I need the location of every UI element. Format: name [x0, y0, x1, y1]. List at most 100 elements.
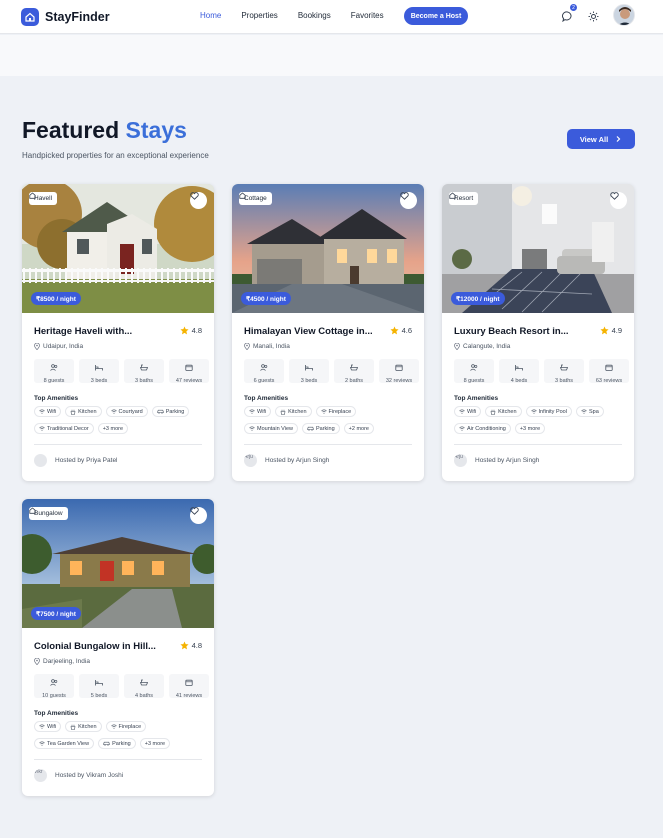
- property-stats: 6 guests 3 beds 2 baths 32 reviews: [244, 358, 424, 384]
- category-tag: Havell: [29, 192, 58, 205]
- nav-link-home[interactable]: Home: [200, 11, 221, 20]
- favorite-heart-icon[interactable]: [400, 192, 417, 209]
- amenity-icon: [249, 426, 257, 431]
- map-pin-icon: [244, 343, 250, 350]
- property-stats: 8 guests 4 beds 3 baths 63 reviews: [454, 358, 634, 384]
- baths-icon: [349, 358, 359, 376]
- price-badge: ₹4500 / night: [241, 292, 291, 305]
- user-avatar[interactable]: [613, 4, 635, 26]
- become-host-button[interactable]: Become a Host: [404, 7, 468, 25]
- favorite-heart-icon[interactable]: [190, 192, 207, 209]
- property-stats: 8 guests 3 beds 3 baths 47 reviews: [34, 358, 214, 384]
- stat-guests: 6 guests: [244, 358, 284, 384]
- reviews-icon: [395, 358, 403, 376]
- stat-guests: 8 guests: [34, 358, 74, 384]
- baths-icon: [139, 673, 149, 691]
- amenity-chip: Traditional Decor: [34, 423, 94, 434]
- house-icon: [239, 192, 246, 199]
- stat-beds: 4 beds: [499, 358, 539, 384]
- host-info: Vikr Hosted by Vikram Joshi: [34, 769, 123, 782]
- amenity-list: Wifi Kitchen Courtyard Parking Traditional D…: [34, 406, 204, 440]
- amenity-chip[interactable]: +2 more: [343, 423, 374, 434]
- amenity-chip: Fireplace: [315, 406, 357, 417]
- stat-label: 4 baths: [134, 693, 154, 699]
- amenity-chip: Courtyard: [105, 406, 148, 417]
- property-card[interactable]: Cottage ₹4500 / night Himalayan View Cotta…: [232, 184, 424, 481]
- property-title[interactable]: Himalayan View Cottage in...: [244, 326, 373, 337]
- amenity-list: Wifi Kitchen Infinity Pool Spa Air Condition…: [454, 406, 624, 440]
- amenity-chip: Kitchen: [485, 406, 522, 417]
- theme-toggle-icon[interactable]: [586, 9, 600, 23]
- view-all-button[interactable]: View All: [567, 129, 635, 149]
- beds-icon: [95, 358, 103, 376]
- rating: 4.8: [180, 641, 202, 650]
- divider: [34, 759, 202, 760]
- stat-label: 8 guests: [43, 378, 65, 384]
- location: Darjeeling, India: [34, 658, 90, 665]
- stat-reviews: 47 reviews: [169, 359, 209, 384]
- stat-guests: 10 guests: [34, 674, 74, 699]
- stat-baths: 4 baths: [124, 673, 164, 699]
- property-card[interactable]: Bungalow ₹7500 / night Colonial Bungalow i…: [22, 499, 214, 796]
- location: Calangute, India: [454, 343, 510, 350]
- host-name: Hosted by Arjun Singh: [475, 457, 540, 464]
- stat-label: 47 reviews: [175, 378, 203, 384]
- property-photo[interactable]: Cottage ₹4500 / night: [232, 184, 424, 313]
- property-title[interactable]: Colonial Bungalow in Hill...: [34, 641, 156, 652]
- host-name: Hosted by Priya Patel: [55, 457, 118, 464]
- guests-icon: [260, 358, 268, 376]
- property-photo[interactable]: Resort ₹12000 / night: [442, 184, 634, 313]
- property-photo[interactable]: Havell ₹8500 / night: [22, 184, 214, 313]
- stat-reviews: 41 reviews: [169, 674, 209, 699]
- amenity-chip: Spa: [575, 406, 604, 417]
- amenity-chip[interactable]: +3 more: [514, 423, 546, 434]
- location: Udaipur, India: [34, 343, 83, 350]
- property-title[interactable]: Heritage Haveli with...: [34, 326, 132, 337]
- price-badge: ₹8500 / night: [31, 292, 81, 305]
- amenity-chip: Infinity Pool: [525, 406, 572, 417]
- host-name: Hosted by Vikram Joshi: [55, 772, 124, 779]
- brand-logo[interactable]: StayFinder: [21, 8, 110, 26]
- amenity-chip: Tea Garden View: [34, 738, 95, 749]
- guests-icon: [470, 358, 478, 376]
- amenity-chip: Wifi: [244, 406, 272, 417]
- property-card[interactable]: Havell ₹8500 / night Heritage Haveli with.…: [22, 184, 214, 481]
- stat-baths: 2 baths: [334, 358, 374, 384]
- nav-link-bookings[interactable]: Bookings: [298, 11, 331, 20]
- property-title[interactable]: Luxury Beach Resort in...: [454, 326, 569, 337]
- stat-label: 6 guests: [253, 378, 275, 384]
- price-badge: ₹7500 / night: [31, 607, 81, 620]
- stat-label: 3 beds: [300, 378, 318, 384]
- stat-label: 41 reviews: [175, 693, 203, 699]
- amenity-chip[interactable]: +3 more: [97, 423, 129, 434]
- stat-label: 10 guests: [42, 693, 66, 699]
- chevron-right-icon: [616, 136, 621, 142]
- rating: 4.8: [180, 326, 202, 335]
- favorite-heart-icon[interactable]: [610, 192, 627, 209]
- house-icon: [29, 192, 36, 199]
- guests-icon: [50, 358, 58, 376]
- category-tag: Resort: [449, 192, 479, 205]
- amenity-icon: [249, 409, 257, 414]
- beds-icon: [515, 358, 523, 376]
- amenity-chip[interactable]: +3 more: [139, 738, 171, 749]
- amenity-icon: [581, 409, 589, 414]
- amenity-icon: [459, 426, 467, 431]
- stat-guests: 8 guests: [454, 358, 494, 384]
- rating: 4.9: [600, 326, 622, 335]
- amenity-icon: [39, 409, 47, 414]
- star-icon: [390, 326, 399, 335]
- amenity-icon: [320, 409, 329, 414]
- nav-link-favorites[interactable]: Favorites: [351, 11, 384, 20]
- house-icon: [449, 192, 456, 199]
- chat-icon[interactable]: [560, 9, 574, 23]
- host-info: Arju Hosted by Arjun Singh: [454, 454, 539, 467]
- amenity-chip: Wifi: [34, 406, 62, 417]
- amenity-icon: [110, 409, 119, 414]
- property-photo[interactable]: Bungalow ₹7500 / night: [22, 499, 214, 628]
- price-badge: ₹12000 / night: [451, 292, 505, 305]
- main-menu: Home Properties Bookings Favorites: [200, 11, 404, 20]
- property-card[interactable]: Resort ₹12000 / night Luxury Beach Resort …: [442, 184, 634, 481]
- favorite-heart-icon[interactable]: [190, 507, 207, 524]
- nav-link-properties[interactable]: Properties: [241, 11, 277, 20]
